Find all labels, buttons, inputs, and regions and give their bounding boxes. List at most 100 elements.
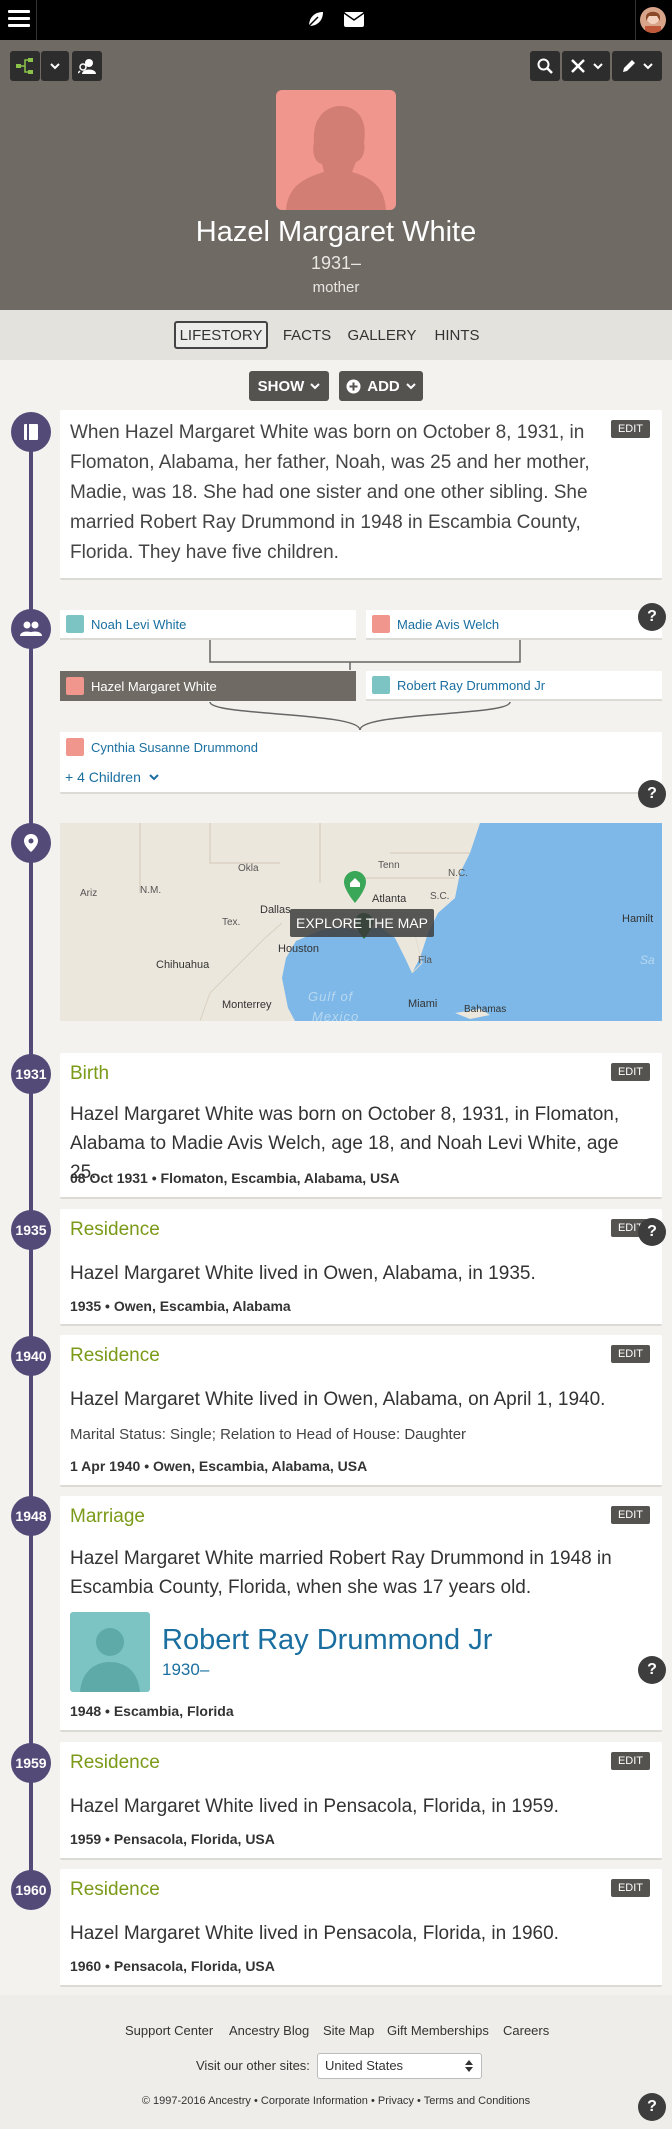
- family-icon-marker: [11, 609, 51, 649]
- tab-facts[interactable]: FACTS: [278, 321, 336, 349]
- edit-button[interactable]: EDIT: [610, 1063, 650, 1081]
- event-title: Birth: [70, 1063, 110, 1084]
- spouse-name: Robert Ray Drummond Jr: [397, 677, 546, 693]
- map-location-pin-icon[interactable]: [344, 871, 366, 903]
- person-search-icon: [78, 59, 96, 74]
- map-label: Dallas: [260, 904, 291, 916]
- country-site-select[interactable]: United States: [317, 2053, 482, 2079]
- footer-link-support[interactable]: Support Center: [125, 2023, 213, 2038]
- tree-dropdown-button[interactable]: [41, 51, 69, 81]
- event-title: Marriage: [70, 1506, 145, 1527]
- map-label: N.C.: [448, 868, 468, 879]
- year-marker-1959: 1959: [11, 1743, 51, 1783]
- spouse-photo-placeholder[interactable]: [70, 1612, 150, 1692]
- spouse-years: 1930–: [162, 1660, 210, 1679]
- map-label: Tenn: [378, 860, 400, 871]
- mail-icon[interactable]: [344, 12, 364, 27]
- tab-gallery[interactable]: GALLERY: [347, 321, 417, 349]
- tools-button[interactable]: [562, 51, 610, 81]
- male-avatar-icon: [372, 676, 390, 694]
- footer-link-privacy[interactable]: Privacy: [378, 2095, 414, 2107]
- edit-button[interactable]: EDIT: [610, 1345, 650, 1363]
- person-search-button[interactable]: [72, 51, 102, 81]
- female-avatar-icon: [66, 738, 84, 756]
- edit-button[interactable]: EDIT: [610, 1752, 650, 1770]
- map-label: Mexico: [312, 1009, 360, 1021]
- event-date-place: 08 Oct 1931 • Flomaton, Escambia, Alabam…: [70, 1170, 400, 1186]
- map-label: Fla: [418, 955, 432, 966]
- child-name: Cynthia Susanne Drummond: [91, 739, 258, 755]
- footer-link-corporate[interactable]: Corporate Information: [261, 2095, 368, 2107]
- person-name: Hazel Margaret White: [195, 216, 477, 248]
- map-label: Tex.: [222, 917, 241, 928]
- map-pin-marker: [11, 823, 51, 863]
- help-button[interactable]: ?: [638, 780, 666, 808]
- edit-button[interactable]: EDIT: [610, 1879, 650, 1897]
- year-marker-1948: 1948: [11, 1496, 51, 1536]
- year-marker-1935: 1935: [11, 1210, 51, 1250]
- help-button[interactable]: ?: [638, 1218, 666, 1246]
- profile-header: Hazel Margaret White 1931– mother: [0, 40, 672, 310]
- user-avatar[interactable]: [640, 7, 666, 33]
- tools-icon: [570, 59, 585, 73]
- copyright: © 1997-2016 Ancestry: [141, 2095, 251, 2107]
- edit-menu-button[interactable]: [612, 51, 662, 81]
- event-description: Hazel Margaret White married Robert Ray …: [70, 1548, 612, 1598]
- tab-lifestory[interactable]: LIFESTORY: [174, 321, 268, 349]
- event-card-residence: EDIT Residence Hazel Margaret White live…: [60, 1742, 662, 1860]
- help-button[interactable]: ?: [638, 2093, 666, 2121]
- explore-map-button[interactable]: EXPLORE THE MAP: [290, 909, 434, 937]
- map-label: Houston: [278, 943, 319, 955]
- events-map[interactable]: EXPLORE THE MAP Okla Tenn N.C. Ariz N.M.…: [60, 823, 662, 1021]
- event-date-place: 1 Apr 1940 • Owen, Escambia, Alabama, US…: [70, 1458, 368, 1474]
- tree-view-button[interactable]: [10, 51, 40, 81]
- help-button[interactable]: ?: [638, 1656, 666, 1684]
- event-date-place: 1935 • Owen, Escambia, Alabama: [70, 1298, 291, 1314]
- event-card-birth: EDIT Birth Hazel Margaret White was born…: [60, 1053, 662, 1199]
- family-member-father[interactable]: Noah Levi White: [60, 610, 356, 640]
- profile-photo-placeholder[interactable]: [276, 90, 396, 210]
- footer-link-gift[interactable]: Gift Memberships: [387, 2023, 489, 2038]
- search-icon: [537, 58, 553, 74]
- event-card-residence: EDIT Residence Hazel Margaret White live…: [60, 1869, 662, 1987]
- family-member-self[interactable]: Hazel Margaret White: [60, 671, 356, 701]
- add-button[interactable]: ADD: [339, 371, 423, 401]
- edit-button[interactable]: EDIT: [610, 1506, 650, 1524]
- person-relation: mother: [312, 279, 360, 296]
- map-label: Gulf of: [308, 989, 354, 1004]
- family-member-child[interactable]: Cynthia Susanne Drummond: [60, 732, 662, 762]
- footer-link-blog[interactable]: Ancestry Blog: [229, 2023, 309, 2038]
- spouse-link[interactable]: Robert Ray Drummond Jr: [162, 1624, 492, 1657]
- divider: [36, 0, 37, 40]
- footer-link-careers[interactable]: Careers: [503, 2023, 549, 2038]
- lifestory-summary-card: EDIT When Hazel Margaret White was born …: [60, 410, 662, 580]
- event-title: Residence: [70, 1219, 160, 1240]
- plus-circle-icon: [346, 379, 361, 393]
- help-button[interactable]: ?: [638, 603, 666, 631]
- show-button[interactable]: SHOW: [249, 371, 329, 401]
- event-card-marriage: EDIT Marriage Hazel Margaret White marri…: [60, 1496, 662, 1732]
- search-button[interactable]: [530, 51, 560, 81]
- family-member-spouse[interactable]: Robert Ray Drummond Jr: [366, 671, 662, 701]
- tab-hints[interactable]: HINTS: [428, 321, 486, 349]
- more-children-toggle[interactable]: + 4 Children: [65, 769, 159, 785]
- leaf-hints-icon[interactable]: [306, 9, 326, 29]
- chevron-down-icon: [592, 62, 603, 69]
- family-member-mother[interactable]: Madie Avis Welch: [366, 610, 662, 640]
- father-name: Noah Levi White: [91, 616, 187, 632]
- edit-button[interactable]: EDIT: [610, 420, 650, 438]
- footer-link-terms[interactable]: Terms and Conditions: [424, 2095, 530, 2107]
- hamburger-menu-icon[interactable]: [8, 10, 30, 30]
- map-label: Chihuahua: [156, 959, 210, 971]
- top-nav-bar: [0, 0, 672, 40]
- separator: •: [417, 2095, 424, 2107]
- event-date-place: 1948 • Escambia, Florida: [70, 1703, 234, 1719]
- chevron-down-icon: [643, 62, 653, 69]
- female-avatar-icon: [372, 615, 390, 633]
- footer-link-sitemap[interactable]: Site Map: [323, 2023, 374, 2038]
- event-date-place: 1959 • Pensacola, Florida, USA: [70, 1831, 275, 1847]
- profile-tabs: LIFESTORY FACTS GALLERY HINTS: [0, 310, 672, 360]
- event-title: Residence: [70, 1345, 160, 1366]
- show-label: SHOW: [257, 377, 305, 395]
- lifestory-text: When Hazel Margaret White was born on Oc…: [70, 422, 590, 563]
